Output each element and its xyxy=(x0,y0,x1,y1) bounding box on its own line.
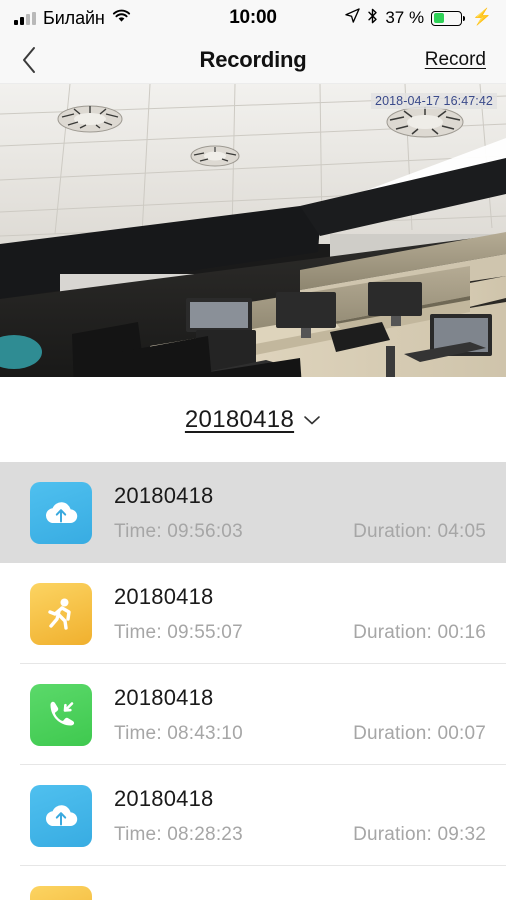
date-selector[interactable]: 20180418 xyxy=(0,377,506,462)
recording-title: 20180418 xyxy=(114,482,214,508)
recording-row-1[interactable]: 20180418 Time: 09:56:03 Duration: 04:05 xyxy=(0,462,506,563)
recording-time: Time: 09:56:03 xyxy=(114,520,243,542)
navigation-bar: Recording Record xyxy=(0,36,506,84)
recording-duration: Duration: 00:16 xyxy=(353,621,486,643)
chevron-down-icon xyxy=(303,414,321,426)
recording-row-text: 20180418 Time: 09:56:03 Duration: 04:05 xyxy=(114,483,486,543)
record-button[interactable]: Record xyxy=(425,49,486,71)
recording-meta: Time: 09:55:07 Duration: 00:16 xyxy=(114,622,486,644)
recordings-list: 20180418 Time: 09:56:03 Duration: 04:05 xyxy=(0,462,506,900)
recording-title: 20180418 xyxy=(114,785,214,811)
recording-row-text: 20180418 Time: 09:55:07 Duration: 00:16 xyxy=(114,584,486,644)
charging-bolt-icon: ⚡ xyxy=(472,9,492,26)
recording-title: 20180418 xyxy=(114,684,214,710)
status-bar: Билайн 10:00 37 % ⚡ xyxy=(0,0,506,36)
video-timestamp: 2018-04-17 16:47:42 xyxy=(371,93,497,109)
recording-meta: Time: 08:28:23 Duration: 09:32 xyxy=(114,824,486,846)
cloud-upload-icon xyxy=(30,481,92,544)
recording-meta: Time: 09:56:03 Duration: 04:05 xyxy=(114,521,486,543)
location-arrow-icon xyxy=(345,8,361,28)
status-bar-right: 37 % ⚡ xyxy=(345,8,492,29)
recording-title: 20180418 xyxy=(114,583,214,609)
recording-row-4[interactable]: 20180418 Time: 08:28:23 Duration: 09:32 xyxy=(0,765,506,866)
recording-duration: Duration: 04:05 xyxy=(353,520,486,542)
recording-row-text: 20180418 Time: 08:28:23 Duration: 09:32 xyxy=(114,786,486,846)
recording-time: Time: 09:55:07 xyxy=(114,621,243,643)
recording-time: Time: 08:28:23 xyxy=(114,823,243,845)
date-selector-label: 20180418 xyxy=(184,405,295,433)
bluetooth-icon xyxy=(367,8,378,29)
battery-icon xyxy=(431,10,466,26)
cloud-upload-icon xyxy=(30,784,92,847)
app-screen: Билайн 10:00 37 % ⚡ Recording Record 201… xyxy=(0,0,506,900)
recording-row-text: 20180418 Time: 08:43:10 Duration: 00:07 xyxy=(114,685,486,745)
motion-detection-icon xyxy=(30,582,92,645)
video-preview[interactable]: 2018-04-17 16:47:42 xyxy=(0,84,506,377)
recording-duration: Duration: 09:32 xyxy=(353,823,486,845)
battery-percent-label: 37 % xyxy=(385,8,425,27)
recording-row-2[interactable]: 20180418 Time: 09:55:07 Duration: 00:16 xyxy=(0,563,506,664)
motion-detection-icon xyxy=(30,885,92,900)
recording-row-5[interactable]: 20180418 xyxy=(0,866,506,900)
recording-duration: Duration: 00:07 xyxy=(353,722,486,744)
recording-row-3[interactable]: 20180418 Time: 08:43:10 Duration: 00:07 xyxy=(0,664,506,765)
incoming-call-icon xyxy=(30,683,92,746)
recording-time: Time: 08:43:10 xyxy=(114,722,243,744)
recording-meta: Time: 08:43:10 Duration: 00:07 xyxy=(114,723,486,745)
camera-feed-image xyxy=(0,84,506,377)
